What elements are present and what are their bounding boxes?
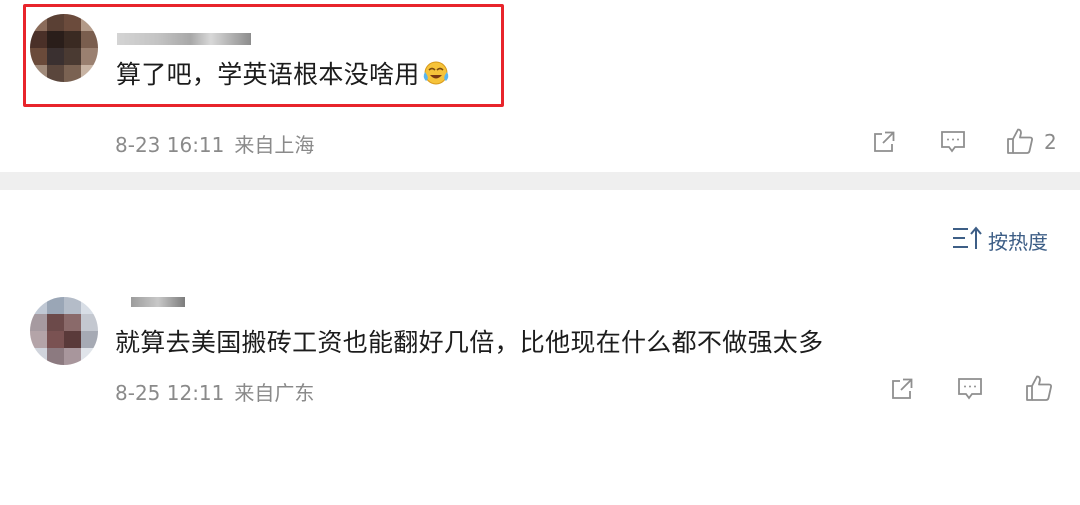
comment-meta: 8-23 16:11 来自上海 [115,129,314,158]
like-count: 2 [1044,130,1057,154]
username-blurred[interactable] [131,297,185,307]
like-icon[interactable] [1025,374,1053,402]
avatar[interactable] [30,14,98,82]
comment-text-content: 算了吧，学英语根本没啥用 [116,60,420,89]
comment-icon[interactable] [957,377,983,401]
username-blurred[interactable] [117,33,251,45]
comment-text: 算了吧，学英语根本没啥用 [116,55,450,92]
comment-time: 8-23 16:11 [115,133,225,157]
avatar[interactable] [30,297,98,365]
comment-time: 8-25 12:11 [115,381,225,405]
sort-label: 按热度 [988,230,1048,254]
comment-icon[interactable] [940,130,966,154]
comment-text: 就算去美国搬砖工资也能翻好几倍，比他现在什么都不做强太多 [115,328,824,357]
share-icon[interactable] [872,130,896,154]
sort-button[interactable]: 按热度 [952,226,1048,255]
share-icon[interactable] [890,377,914,401]
like-icon[interactable] [1006,127,1034,155]
laughing-crying-emoji-icon [422,60,450,92]
comment-meta: 8-25 12:11 来自广东 [115,377,314,406]
comment-location: 来自上海 [234,133,315,157]
comment-location: 来自广东 [234,381,315,405]
section-divider [0,172,1080,190]
sort-icon [952,226,984,255]
